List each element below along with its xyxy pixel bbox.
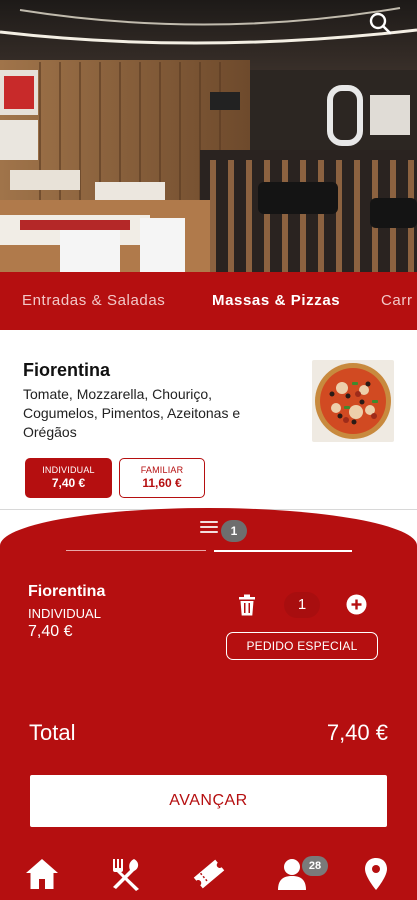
size-individual-price: 7,40 € (51, 476, 86, 490)
product-card[interactable]: Fiorentina Tomate, Mozzarella, Chouriço,… (0, 330, 417, 510)
special-order-button[interactable]: PEDIDO ESPECIAL (226, 632, 378, 660)
total-label: Total (29, 720, 76, 745)
cart-item-price: 7,40 € (28, 623, 73, 640)
category-tabs: Entradas & Saladas Massas & Pizzas Carr (0, 272, 417, 330)
advance-button[interactable]: AVANÇAR (30, 775, 387, 827)
location-icon[interactable] (358, 856, 394, 892)
product-name: Fiorentina (23, 360, 111, 380)
cart-item-name: Fiorentina (28, 583, 106, 600)
trash-icon[interactable] (237, 594, 257, 616)
size-familiar-label: FAMILIAR (140, 465, 184, 475)
product-image (312, 360, 394, 442)
tab-carnes[interactable]: Carr (381, 292, 413, 309)
size-familiar-button[interactable]: FAMILIAR 11,60 € (119, 458, 205, 498)
sheet-tab-divider-left (66, 550, 206, 551)
home-icon[interactable] (24, 856, 60, 892)
restaurant-hero-image (0, 0, 417, 272)
cart-count-badge: 1 (221, 520, 247, 542)
quantity-value: 1 (284, 592, 320, 618)
tab-entradas-saladas[interactable]: Entradas & Saladas (22, 292, 165, 309)
size-individual-label: INDIVIDUAL (42, 465, 95, 475)
bottom-navigation: 28 (0, 828, 417, 900)
tab-massas-pizzas[interactable]: Massas & Pizzas (212, 292, 340, 309)
plus-icon[interactable] (346, 594, 367, 615)
cart-sheet: 1 Fiorentina INDIVIDUAL 7,40 € 1 PEDIDO … (0, 508, 417, 828)
cart-item-size: INDIVIDUAL (28, 606, 101, 621)
size-familiar-price: 11,60 € (142, 476, 182, 490)
size-individual-button[interactable]: INDIVIDUAL 7,40 € (25, 458, 112, 498)
profile-badge: 28 (302, 856, 328, 876)
search-icon[interactable] (367, 10, 393, 36)
total-value: 7,40 € (326, 720, 388, 745)
ticket-icon[interactable] (191, 856, 227, 892)
product-description: Tomate, Mozzarella, Chouriço, Cogumelos,… (23, 386, 241, 440)
sheet-tab-divider-right (214, 550, 352, 552)
menu-icon[interactable] (108, 856, 144, 892)
cart-toggle-icon[interactable] (200, 521, 218, 535)
